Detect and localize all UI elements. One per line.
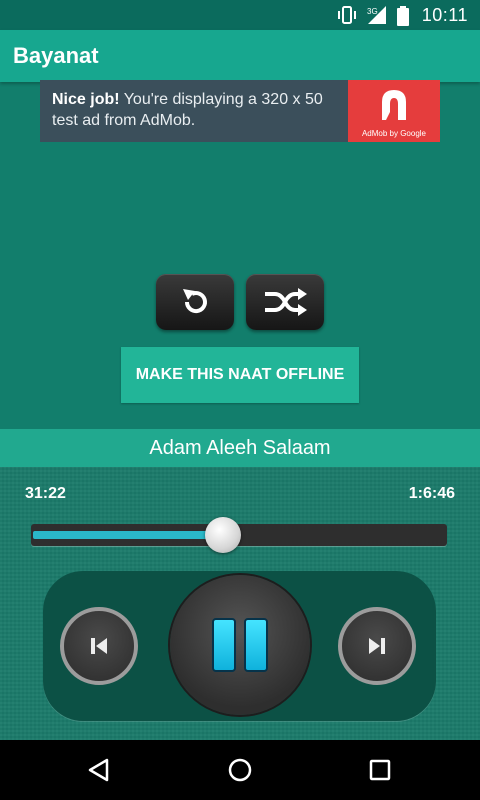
pause-icon-left-bar xyxy=(212,618,236,672)
repeat-button[interactable] xyxy=(156,274,234,330)
ad-bold-text: Nice job! xyxy=(52,91,120,108)
seek-bar[interactable] xyxy=(31,517,447,553)
pause-icon-right-bar xyxy=(244,618,268,672)
back-icon xyxy=(88,758,109,782)
seek-bar-thumb[interactable] xyxy=(204,517,241,553)
back-button[interactable] xyxy=(85,755,115,785)
battery-icon xyxy=(396,6,410,26)
status-bar: 3G 10:11 xyxy=(0,0,480,30)
repeat-icon xyxy=(183,289,207,314)
home-icon xyxy=(228,758,252,782)
admob-caption: AdMob by Google xyxy=(361,129,427,138)
signal-3g-icon: 3G xyxy=(366,6,388,24)
pause-button[interactable] xyxy=(170,575,310,715)
previous-button[interactable] xyxy=(60,607,138,685)
system-nav-bar xyxy=(0,740,480,800)
recents-icon xyxy=(369,759,391,781)
admob-icon xyxy=(382,90,406,120)
app-bar: Bayanat xyxy=(0,30,480,82)
previous-icon xyxy=(91,638,107,654)
admob-logo: AdMob by Google xyxy=(348,80,440,142)
make-offline-button[interactable]: MAKE THIS NAAT OFFLINE xyxy=(121,347,359,403)
pause-icon xyxy=(208,618,272,672)
track-title-bar: Adam Aleeh Salaam xyxy=(0,429,480,467)
total-duration: 1:6:46 xyxy=(408,485,455,502)
next-icon xyxy=(369,638,385,654)
track-title: Adam Aleeh Salaam xyxy=(149,436,331,459)
recents-button[interactable] xyxy=(365,755,395,785)
next-button[interactable] xyxy=(338,607,416,685)
status-time: 10:11 xyxy=(421,4,468,25)
app-title: Bayanat xyxy=(13,43,99,68)
home-button[interactable] xyxy=(225,755,255,785)
seek-bar-progress xyxy=(33,531,223,539)
ad-banner[interactable]: Nice job! You're displaying a 320 x 50 t… xyxy=(40,80,440,142)
ad-text: Nice job! You're displaying a 320 x 50 t… xyxy=(40,80,348,142)
shuffle-button[interactable] xyxy=(246,274,324,330)
vibrate-icon xyxy=(336,6,358,24)
shuffle-icon xyxy=(265,288,307,316)
svg-text:3G: 3G xyxy=(367,7,378,16)
elapsed-time: 31:22 xyxy=(25,485,66,502)
